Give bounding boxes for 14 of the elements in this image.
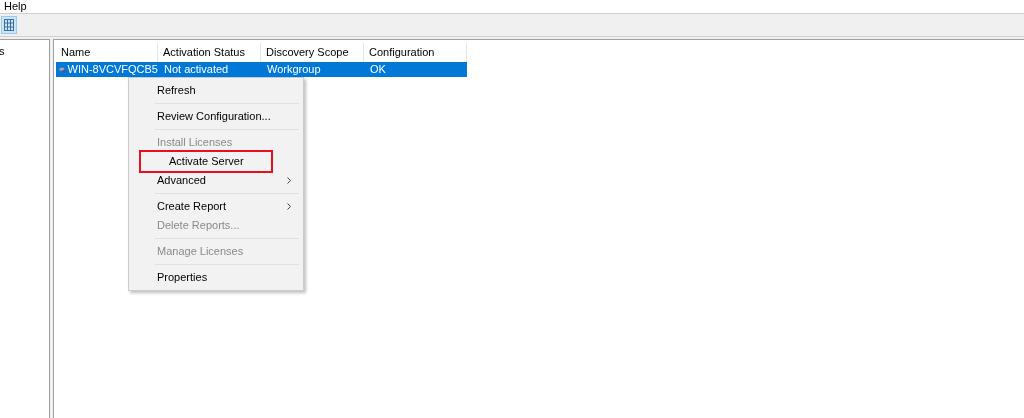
tree-item[interactable]: s [0,43,49,60]
context-menu-item[interactable]: Review Configuration... [129,107,303,126]
menu-item[interactable]: Help [0,1,31,12]
table-cell-text: Workgroup [267,62,321,78]
table-row[interactable]: WIN-8VCVFQCB5 Not activated Workgroup OK [56,62,467,77]
context-menu-item[interactable]: Activate Server [141,152,271,171]
context-menu-item[interactable]: Advanced [129,171,303,190]
table-cell-text: OK [370,62,386,78]
grid-view-icon[interactable] [1,16,17,34]
table-cell-text: WIN-8VCVFQCB5 [67,62,158,78]
table-cell-text: Not activated [164,62,229,78]
context-menu-item[interactable]: Refresh [129,81,303,100]
context-menu-item[interactable]: Create Report [129,197,303,216]
context-menu-item[interactable]: Properties [129,268,303,287]
